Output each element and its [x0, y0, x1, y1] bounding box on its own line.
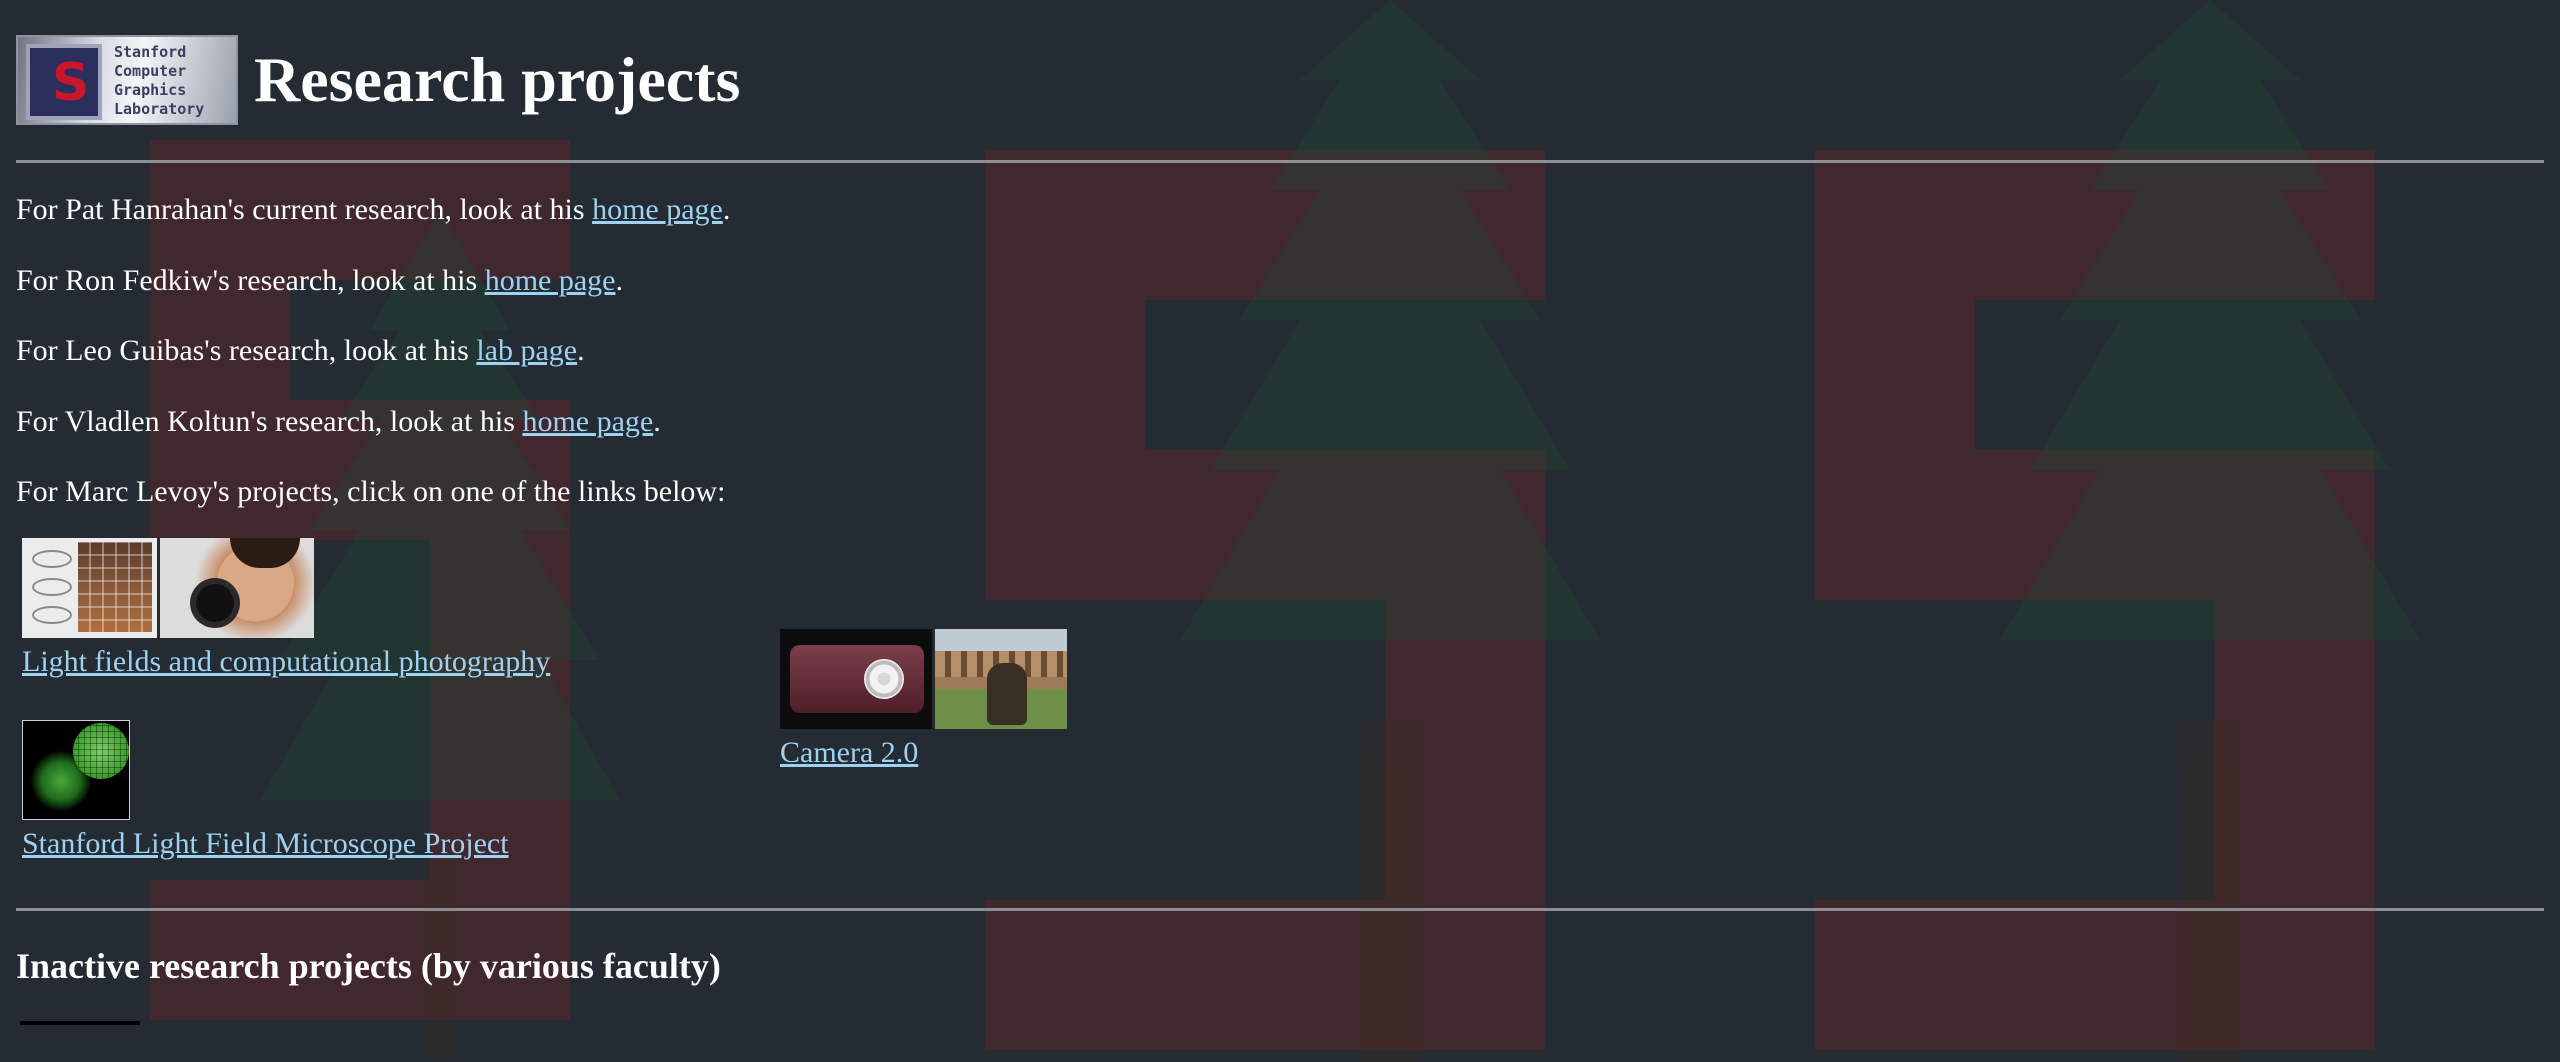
faculty-line-koltun: For Vladlen Koltun's research, look at h… [16, 404, 661, 440]
compact-camera-thumbnail[interactable] [780, 628, 932, 729]
microscope-thumbnail[interactable] [22, 719, 130, 820]
stanford-graphics-logo[interactable]: S Stanford Computer Graphics Laboratory [16, 35, 238, 125]
faculty-line-fedkiw: For Ron Fedkiw's research, look at his h… [16, 263, 623, 299]
page-title: Research projects [254, 44, 741, 115]
koltun-home-page-link[interactable]: home page [522, 404, 653, 440]
light-fields-link[interactable]: Light fields and computational photograp… [22, 644, 550, 680]
logo-line: Graphics [114, 81, 187, 99]
statue-photographer-thumbnail[interactable] [935, 628, 1067, 729]
logo-line: Computer [114, 62, 187, 80]
logo-line: Stanford [114, 43, 187, 61]
page-header: S Stanford Computer Graphics Laboratory Res… [16, 0, 2544, 160]
levoy-projects: Light fields and computational photograp… [16, 528, 2544, 908]
partial-thumbnail[interactable] [20, 1020, 140, 1025]
project-camera-2: Camera 2.0 [780, 628, 1067, 771]
inactive-projects-heading: Inactive research projects (by various f… [16, 945, 721, 986]
project-light-fields: Light fields and computational photograp… [22, 537, 550, 680]
guibas-lab-page-link[interactable]: lab page [476, 333, 577, 369]
photographer-thumbnail[interactable] [160, 537, 314, 638]
logo-letter: S [52, 53, 90, 113]
hanrahan-home-page-link[interactable]: home page [592, 192, 723, 228]
logo-line: Laboratory [114, 100, 205, 118]
light-field-thumbnail[interactable] [22, 537, 157, 638]
microscope-project-link[interactable]: Stanford Light Field Microscope Project [22, 826, 509, 862]
camera-2-link[interactable]: Camera 2.0 [780, 735, 918, 771]
faculty-line-hanrahan: For Pat Hanrahan's current research, loo… [16, 192, 731, 228]
fedkiw-home-page-link[interactable]: home page [485, 263, 616, 299]
levoy-intro: For Marc Levoy's projects, click on one … [16, 475, 726, 509]
logo-text: Stanford Computer Graphics Laboratory [114, 43, 204, 119]
page-content: S Stanford Computer Graphics Laboratory Res… [0, 0, 2560, 1025]
faculty-line-guibas: For Leo Guibas's research, look at his l… [16, 333, 585, 369]
project-microscope: Stanford Light Field Microscope Project [22, 719, 509, 862]
logo-emblem: S [26, 44, 102, 120]
